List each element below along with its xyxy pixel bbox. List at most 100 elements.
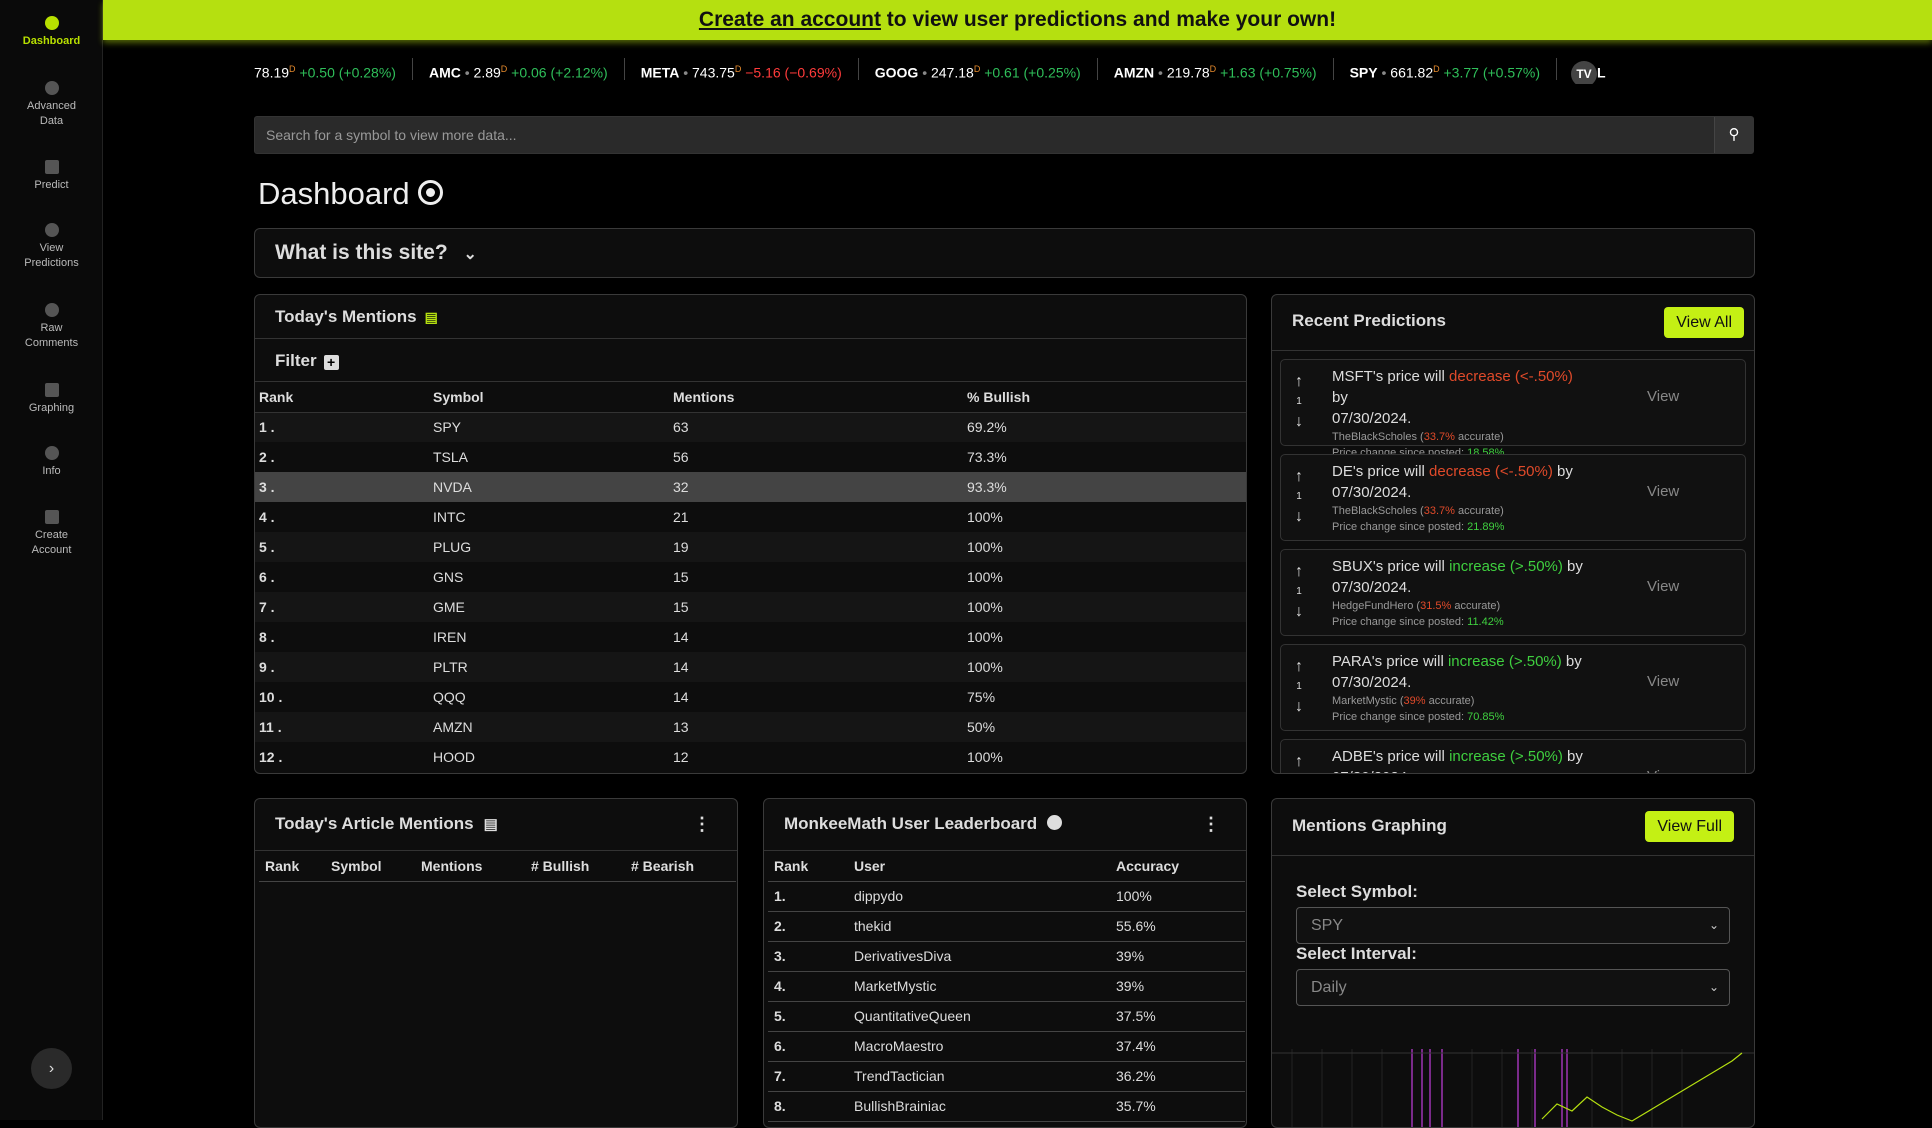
table-row[interactable]: 3. DerivativesDiva 39%	[768, 941, 1245, 972]
sidebar-item-view-predictions[interactable]: View Predictions	[0, 223, 103, 271]
sidebar-collapse-button[interactable]: ›	[31, 1048, 72, 1089]
ticker-item[interactable]: SPY • 661.82D +3.77 (+0.57%)	[1334, 58, 1558, 81]
ticker-price: 661.82	[1390, 64, 1434, 81]
ticker-item[interactable]: 78.19D +0.50 (+0.28%)	[254, 58, 413, 81]
upvote-arrow-icon[interactable]: ↑	[1291, 657, 1307, 677]
author-name[interactable]: TheBlackScholes	[1332, 505, 1417, 517]
author-name[interactable]: HedgeFundHero	[1332, 600, 1413, 612]
sidebar-item-create-account[interactable]: Create Account	[0, 510, 103, 558]
downvote-arrow-icon[interactable]: ↓	[1291, 772, 1307, 773]
table-row[interactable]: 6. MacroMaestro 37.4%	[768, 1031, 1245, 1062]
rank-cell: 9 .	[255, 652, 429, 682]
sidebar-item-dashboard[interactable]: Dashboard	[0, 16, 103, 49]
search-button[interactable]: ⚲	[1714, 117, 1753, 153]
symbol-cell: HOOD	[433, 749, 475, 765]
ticker-item[interactable]: META • 743.75D −5.16 (−0.69%)	[625, 58, 859, 81]
table-row[interactable]: 10 . QQQ 14 75%	[255, 682, 1246, 712]
downvote-arrow-icon[interactable]: ↓	[1291, 697, 1307, 717]
ticker-item[interactable]: AMZN • 219.78D +1.63 (+0.75%)	[1098, 58, 1334, 81]
sidebar-item-predict[interactable]: Predict	[0, 160, 103, 193]
price-line	[1541, 1052, 1743, 1122]
filter-toggle[interactable]: Filter +	[255, 339, 1246, 382]
prediction-direction: decrease (<-.50%)	[1429, 463, 1553, 480]
table-icon	[44, 160, 59, 174]
table-row[interactable]: 11 . AMZN 13 50%	[255, 712, 1246, 742]
downvote-arrow-icon[interactable]: ↓	[1291, 412, 1307, 432]
sidebar-item-info[interactable]: Info	[0, 446, 103, 479]
sidebar-item-label: Predict	[34, 179, 69, 191]
ticker-item[interactable]: GOOG • 247.18D +0.61 (+0.25%)	[859, 58, 1098, 81]
prediction-author: TheBlackScholes (33.7% accurate)	[1332, 431, 1504, 443]
table-row[interactable]: 7. TrendTactician 36.2%	[768, 1061, 1245, 1092]
ticker-item[interactable]: AMC • 2.89D +0.06 (+2.12%)	[413, 58, 625, 81]
mentions-cell: 32	[669, 472, 963, 502]
tradingview-logo-icon[interactable]: TV	[1571, 60, 1598, 84]
symbol-select[interactable]: SPY ⌄	[1296, 907, 1730, 944]
what-is-this-site-accordion[interactable]: What is this site? ⌄	[254, 228, 1755, 278]
symbol-cell: QQQ	[433, 689, 466, 705]
kebab-menu-icon[interactable]: ⋮	[1202, 799, 1220, 849]
kebab-menu-icon[interactable]: ⋮	[693, 799, 711, 849]
view-prediction-link[interactable]: View	[1647, 673, 1679, 690]
symbol-cell: TSLA	[433, 449, 469, 465]
table-row[interactable]: 7 . GME 15 100%	[255, 592, 1246, 622]
card-header: Recent Predictions View All	[1272, 295, 1754, 351]
ticker-symbol: AMC	[428, 64, 461, 81]
prediction-by: by	[1562, 748, 1583, 765]
create-account-link[interactable]: Create an account	[699, 8, 881, 31]
table-row[interactable]: 5 . PLUG 19 100%	[255, 532, 1246, 562]
author-name[interactable]: TheBlackScholes	[1332, 431, 1417, 443]
mentions-cell: 15	[673, 569, 689, 585]
author-name[interactable]: MarketMystic	[1332, 695, 1397, 707]
upvote-arrow-icon[interactable]: ↑	[1291, 752, 1307, 772]
table-row[interactable]: 1 . SPY 63 69.2%	[255, 412, 1246, 442]
bar-chart-icon: ▤	[424, 309, 438, 325]
table-row[interactable]: 4. MarketMystic 39%	[768, 971, 1245, 1002]
table-row[interactable]: 2 . TSLA 56 73.3%	[255, 442, 1246, 472]
prediction-stock: DE's price will	[1332, 463, 1430, 480]
view-prediction-link[interactable]: View	[1647, 768, 1679, 773]
table-row[interactable]: 4 . INTC 21 100%	[255, 502, 1246, 532]
table-row[interactable]: 6 . GNS 15 100%	[255, 562, 1246, 592]
signup-banner: Create an account to view user predictio…	[103, 0, 1932, 40]
rank-cell: 4.	[768, 971, 848, 1002]
table-row[interactable]: 12 . HOOD 12 100%	[255, 742, 1246, 772]
comment-icon	[44, 303, 59, 317]
view-full-button[interactable]: View Full	[1645, 811, 1734, 842]
interval-select[interactable]: Daily ⌄	[1296, 969, 1730, 1006]
view-prediction-link[interactable]: View	[1647, 483, 1679, 500]
prediction-author: HedgeFundHero (31.5% accurate)	[1332, 600, 1501, 612]
bullish-cell: 100%	[967, 749, 1003, 765]
sidebar-item-graphing[interactable]: Graphing	[0, 383, 103, 416]
search-input[interactable]	[255, 117, 1715, 153]
symbol-cell: PLTR	[429, 652, 669, 682]
sidebar-item-raw-comments[interactable]: Raw Comments	[0, 303, 103, 351]
sidebar-item-advanced-data[interactable]: Advanced Data	[0, 81, 103, 129]
downvote-arrow-icon[interactable]: ↓	[1291, 507, 1307, 527]
mentions-graphing-card: Mentions Graphing View Full Select Symbo…	[1271, 798, 1755, 1128]
price-change-label: Price change since posted:	[1332, 616, 1468, 628]
ticker-price: 2.89	[473, 64, 501, 81]
view-all-button[interactable]: View All	[1664, 307, 1744, 338]
mentions-cell: 19	[669, 532, 963, 562]
upvote-arrow-icon[interactable]: ↑	[1291, 562, 1307, 582]
table-row[interactable]: 2. thekid 55.6%	[768, 911, 1245, 942]
view-prediction-link[interactable]: View	[1647, 388, 1679, 405]
table-row[interactable]: 5. QuantitativeQueen 37.5%	[768, 1001, 1245, 1032]
ticker-symbol: SPY	[1349, 64, 1378, 81]
user-cell: BullishBrainiac	[848, 1091, 1110, 1122]
bullish-cell: 100%	[967, 569, 1003, 585]
recent-predictions-card: Recent Predictions View All ↑ 1 ↓ MSFT's…	[1271, 294, 1755, 774]
upvote-arrow-icon[interactable]: ↑	[1291, 467, 1307, 487]
table-row[interactable]: 9 . PLTR 14 100%	[255, 652, 1246, 682]
newspaper-icon: ▤	[483, 816, 498, 833]
target-icon	[417, 180, 443, 206]
table-row[interactable]: 3 . NVDA 32 93.3%	[255, 472, 1246, 502]
upvote-arrow-icon[interactable]: ↑	[1291, 372, 1307, 392]
table-row[interactable]: 1. dippydo 100%	[768, 881, 1245, 912]
view-prediction-link[interactable]: View	[1647, 578, 1679, 595]
downvote-arrow-icon[interactable]: ↓	[1291, 602, 1307, 622]
table-row[interactable]: 8 . IREN 14 100%	[255, 622, 1246, 652]
table-row[interactable]: 8. BullishBrainiac 35.7%	[768, 1091, 1245, 1122]
symbol-cell: AMZN	[429, 712, 669, 742]
